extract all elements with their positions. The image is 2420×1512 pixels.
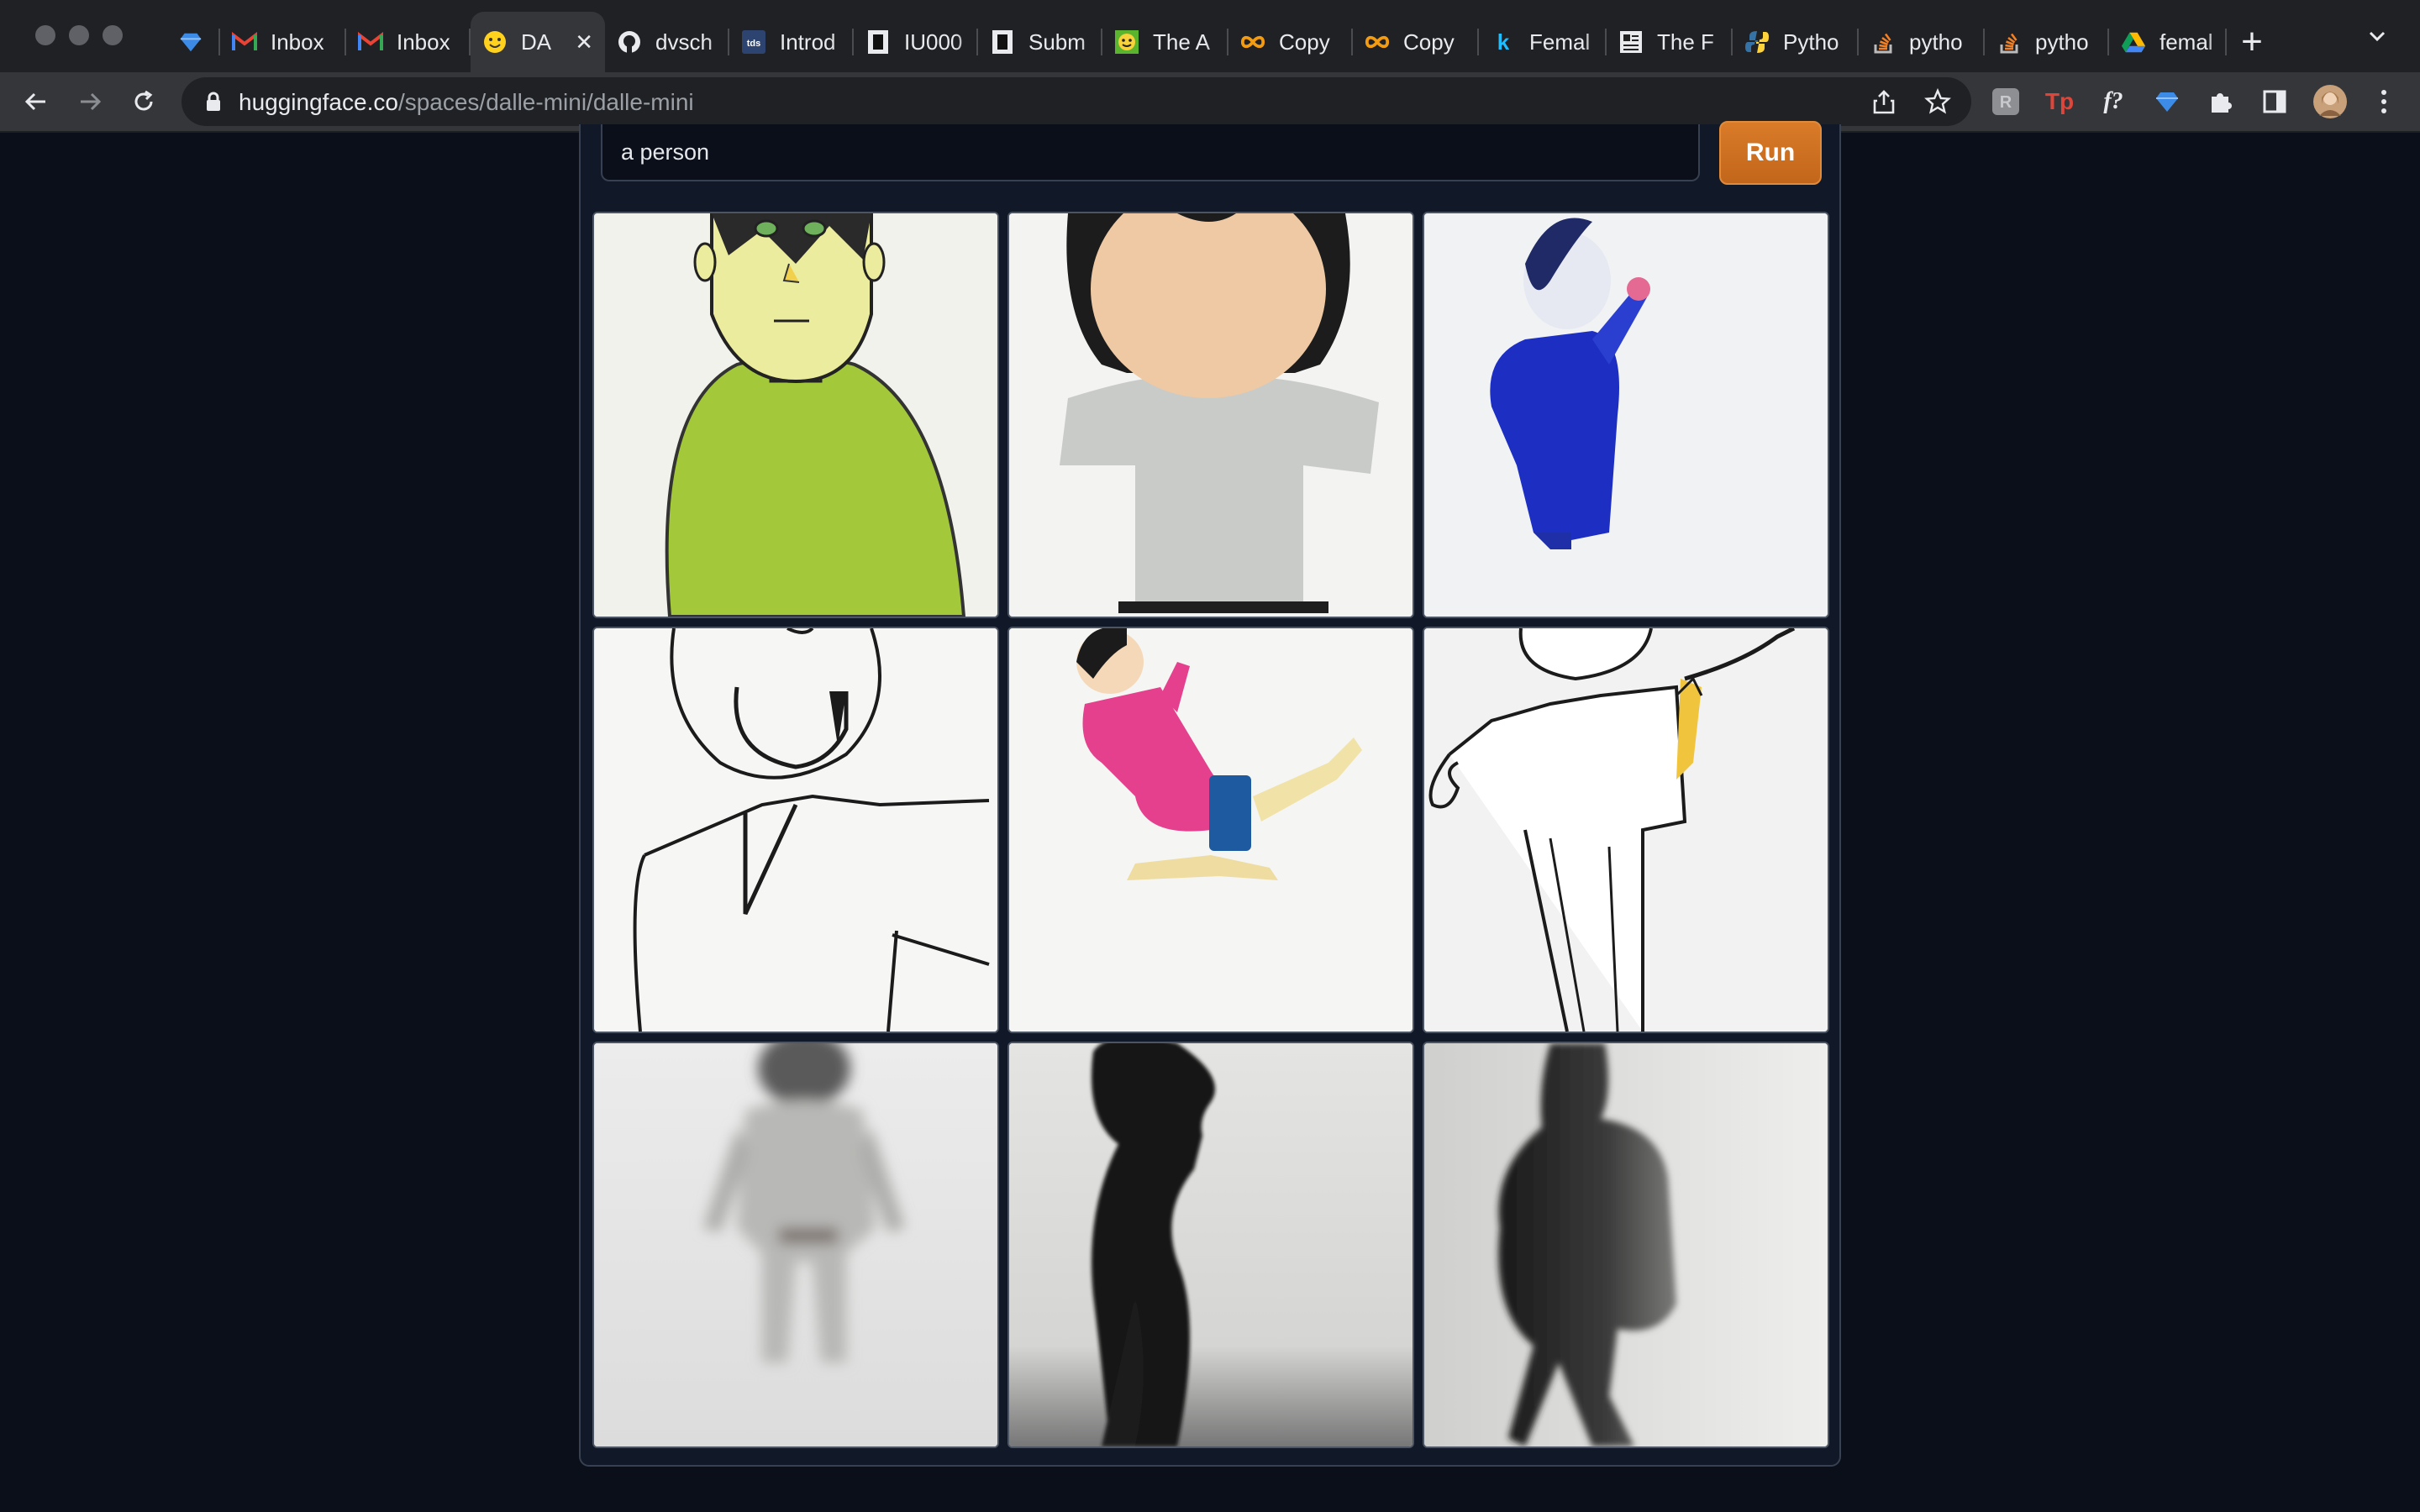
tab-title: femal [2160, 29, 2213, 55]
new-tab-button[interactable]: + [2235, 20, 2269, 64]
tab[interactable]: The F [1607, 12, 1733, 72]
reload-icon[interactable] [123, 81, 165, 123]
notion-icon [865, 29, 891, 55]
gmail-icon [232, 29, 257, 55]
generated-image-2[interactable] [1007, 212, 1414, 618]
generated-image-5[interactable] [1007, 627, 1414, 1033]
kaggle-icon: k [1491, 29, 1516, 55]
gem-icon[interactable] [2151, 86, 2183, 118]
tab-title: DA [521, 29, 552, 55]
tab-title: IU000 [904, 29, 963, 55]
tab-separator [2225, 29, 2227, 55]
fx-icon[interactable]: f? [2097, 86, 2129, 118]
generated-image-6[interactable] [1423, 627, 1829, 1033]
tab[interactable] [161, 12, 220, 72]
smiley-icon [1114, 29, 1139, 55]
back-icon[interactable] [15, 81, 57, 123]
tab-title: pytho [2035, 29, 2089, 55]
page-content: Run [0, 121, 2420, 1512]
close-window-button[interactable] [35, 25, 55, 45]
url-host: huggingface.co [239, 89, 398, 115]
tab-title: Copy [1403, 29, 1455, 55]
run-button[interactable]: Run [1719, 121, 1822, 185]
tds-icon: tds [741, 29, 766, 55]
tab[interactable]: femal [2109, 12, 2227, 72]
lock-icon[interactable] [205, 92, 222, 116]
tab-title: Inbox [271, 29, 324, 55]
tab[interactable]: IU000 [854, 12, 978, 72]
svg-text:R: R [2000, 93, 2012, 112]
tab-title: Pytho [1783, 29, 1839, 55]
stackoverflow-icon [1996, 29, 2022, 55]
svg-text:k: k [1497, 29, 1510, 55]
gem-icon [178, 29, 203, 55]
tab-title: Introd [780, 29, 836, 55]
generated-image-9[interactable] [1423, 1042, 1829, 1448]
maximize-window-button[interactable] [103, 25, 123, 45]
tp-icon[interactable]: Tp [2044, 86, 2075, 118]
tab[interactable]: tds Introd [729, 12, 854, 72]
tab[interactable]: Inbox [220, 12, 346, 72]
dalle-mini-panel: Run [579, 121, 1841, 1467]
forward-icon[interactable] [69, 81, 111, 123]
tab-title: Inbox [397, 29, 450, 55]
side-panel-icon[interactable] [2259, 86, 2291, 118]
tab[interactable]: Subm [978, 12, 1102, 72]
close-tab-icon[interactable]: ✕ [575, 29, 593, 55]
tab-title: The F [1657, 29, 1714, 55]
tab[interactable]: Copy [1228, 12, 1353, 72]
document-icon [1618, 29, 1644, 55]
tab-title: Copy [1279, 29, 1330, 55]
gmail-icon [358, 29, 383, 55]
tab[interactable]: k Femal [1479, 12, 1607, 72]
hugging-face-icon [482, 29, 508, 55]
infinity-icon [1365, 29, 1390, 55]
prompt-input[interactable] [601, 124, 1700, 181]
tab[interactable]: pytho [1985, 12, 2109, 72]
profile-avatar[interactable] [2312, 84, 2348, 119]
tab[interactable]: Pytho [1733, 12, 1859, 72]
address-bar[interactable]: huggingface.co/spaces/dalle-mini/dalle-m… [182, 77, 1971, 126]
generated-image-4[interactable] [592, 627, 999, 1033]
google-drive-icon [2121, 29, 2146, 55]
tab-title: dvsch [655, 29, 713, 55]
infinity-icon [1240, 29, 1265, 55]
tab[interactable]: pytho [1859, 12, 1985, 72]
tab-strip: Inbox Inbox DA ✕ dvsch tds Introd IU000 Subm The … [0, 0, 2420, 84]
generated-image-7[interactable] [592, 1042, 999, 1448]
generated-image-1[interactable] [592, 212, 999, 618]
minimize-window-button[interactable] [69, 25, 89, 45]
url-text[interactable]: huggingface.co/spaces/dalle-mini/dalle-m… [239, 89, 694, 116]
python-icon [1744, 29, 1770, 55]
share-icon[interactable] [1870, 88, 1897, 115]
generated-image-8[interactable] [1007, 1042, 1414, 1448]
tab-list: Inbox Inbox DA ✕ dvsch tds Introd IU000 Subm The … [161, 12, 2227, 72]
url-path: /spaces/dalle-mini/dalle-mini [397, 89, 694, 115]
tab-active[interactable]: DA ✕ [471, 12, 605, 72]
svg-text:tds: tds [747, 39, 761, 49]
puzzle-icon[interactable] [2205, 86, 2237, 118]
tab[interactable]: The A [1102, 12, 1228, 72]
grammarly-icon[interactable]: R [1990, 86, 2022, 118]
stackoverflow-icon [1870, 29, 1896, 55]
generated-image-3[interactable] [1423, 212, 1829, 618]
notion-icon [990, 29, 1015, 55]
browser-menu-icon[interactable] [2368, 86, 2400, 118]
tab-title: The A [1153, 29, 1210, 55]
bookmark-star-icon[interactable] [1924, 88, 1951, 115]
tab-title: Subm [1028, 29, 1086, 55]
tab-title: pytho [1909, 29, 1963, 55]
tab[interactable]: dvsch [605, 12, 729, 72]
tab[interactable]: Copy [1353, 12, 1479, 72]
github-icon [617, 29, 642, 55]
tab-title: Femal [1529, 29, 1591, 55]
tab[interactable]: Inbox [346, 12, 471, 72]
tab-search-chevron-icon[interactable] [2366, 25, 2388, 53]
